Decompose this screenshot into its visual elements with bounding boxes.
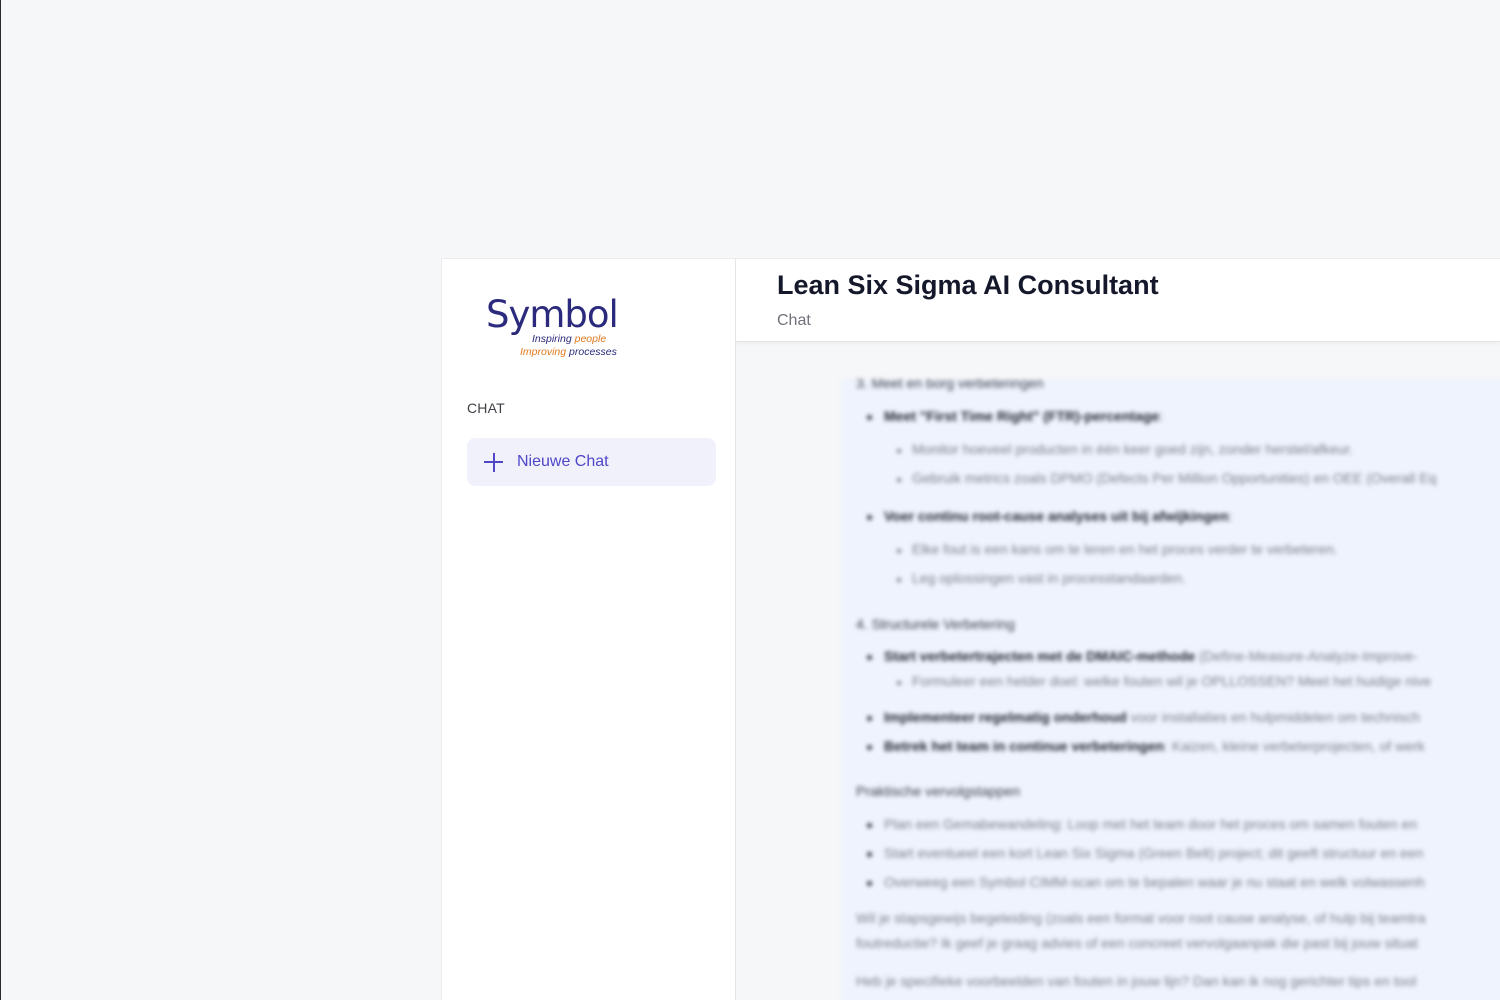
sub-bullet [897,681,901,685]
bullet [867,716,872,721]
sidebar: Symbol Inspiring people Improving proces… [442,259,736,1000]
list-item: Start eventueel een kort Lean Six Sigma … [884,845,1424,861]
bullet [867,823,872,828]
message-heading: Praktische vervolgstappen [856,783,1021,799]
list-item-bold: Meet "First Time Right" (FTR)-percentage [884,408,1160,424]
message-heading: 4. Structurele Verbetering [856,616,1015,632]
logo-wordmark: Symbol [486,293,619,336]
sub-bullet [897,578,901,582]
main-panel: Lean Six Sigma AI Consultant Chat 3. Mee… [736,259,1500,1000]
list-item: Meet "First Time Right" (FTR)-percentage… [884,408,1164,424]
app-window: Symbol Inspiring people Improving proces… [442,259,1500,1000]
logo-tagline-1a: Inspiring [532,333,572,345]
paragraph-line: Wil je stapsgewijs begeleiding (zoals ee… [856,910,1426,926]
list-item-text: (Define-Measure-Analyze-Improve- [1199,648,1418,664]
logo-tagline-2: Improving processes [520,346,617,358]
symbol-logo[interactable]: Symbol Inspiring people Improving proces… [486,293,636,363]
list-item: Voer continu root-cause analyses uit bij… [884,508,1233,524]
list-item-text: voor installaties en hulpmiddelen om tec… [1130,709,1421,725]
message-heading: 3. Meet en borg verbeteringen [856,379,1044,391]
bullet [867,745,872,750]
screen-edge [0,0,1,1000]
sub-bullet [897,549,901,553]
logo-tagline-2b: processes [569,346,617,358]
chat-header: Lean Six Sigma AI Consultant Chat [736,259,1500,342]
new-chat-button[interactable]: Nieuwe Chat [467,438,716,486]
bullet [867,515,872,520]
bullet [867,881,872,886]
paragraph-line: Heb je specifieke voorbeelden van fouten… [856,973,1417,989]
sub-bullet [897,478,901,482]
list-item-bold: Voer continu root-cause analyses uit bij… [884,508,1229,524]
list-item-bold: Implementeer regelmatig onderhoud [884,709,1127,725]
sub-list-item: Formuleer een helder doel: welke fouten … [912,673,1432,689]
logo-tagline-1b: people [574,333,607,345]
bullet [867,655,872,660]
list-item: Plan een Gemabewandeling: Loop met het t… [884,816,1418,832]
sub-list-item: Elke fout is een kans om te leren en het… [912,541,1338,557]
page-title: Lean Six Sigma AI Consultant [777,270,1159,300]
assistant-message: 3. Meet en borg verbeteringen Meet "Firs… [841,379,1500,1000]
page-subtitle: Chat [777,312,811,329]
list-item-bold: Start verbetertrajecten met de DMAIC-met… [884,648,1196,664]
sub-bullet [897,449,901,453]
list-item: Start verbetertrajecten met de DMAIC-met… [884,648,1418,664]
sub-list-item: Leg oplossingen vast in processtandaarde… [912,570,1186,586]
logo-tagline-1: Inspiring people [532,333,606,345]
sub-list-item: Monitor hoeveel producten in één keer go… [912,441,1354,457]
bullet [867,415,872,420]
list-item-text: : Kaizen, kleine verbeterprojecten, of w… [1164,738,1425,754]
list-item-bold: Betrek het team in continue verbeteringe… [884,738,1165,754]
chat-section-label: CHAT [467,400,505,416]
sub-list-item: Gebruik metrics zoals DPMO (Defects Per … [912,470,1437,486]
list-item: Betrek het team in continue verbeteringe… [884,738,1425,754]
list-item: Overweeg een Symbol CIMM-scan om te bepa… [884,874,1425,890]
bullet [867,852,872,857]
new-chat-label: Nieuwe Chat [517,453,609,470]
plus-icon [484,452,503,472]
paragraph-line: foutreductie? Ik geef je graag advies of… [856,935,1418,951]
logo-tagline-2a: Improving [520,346,567,358]
list-item: Implementeer regelmatig onderhoud voor i… [884,709,1420,725]
